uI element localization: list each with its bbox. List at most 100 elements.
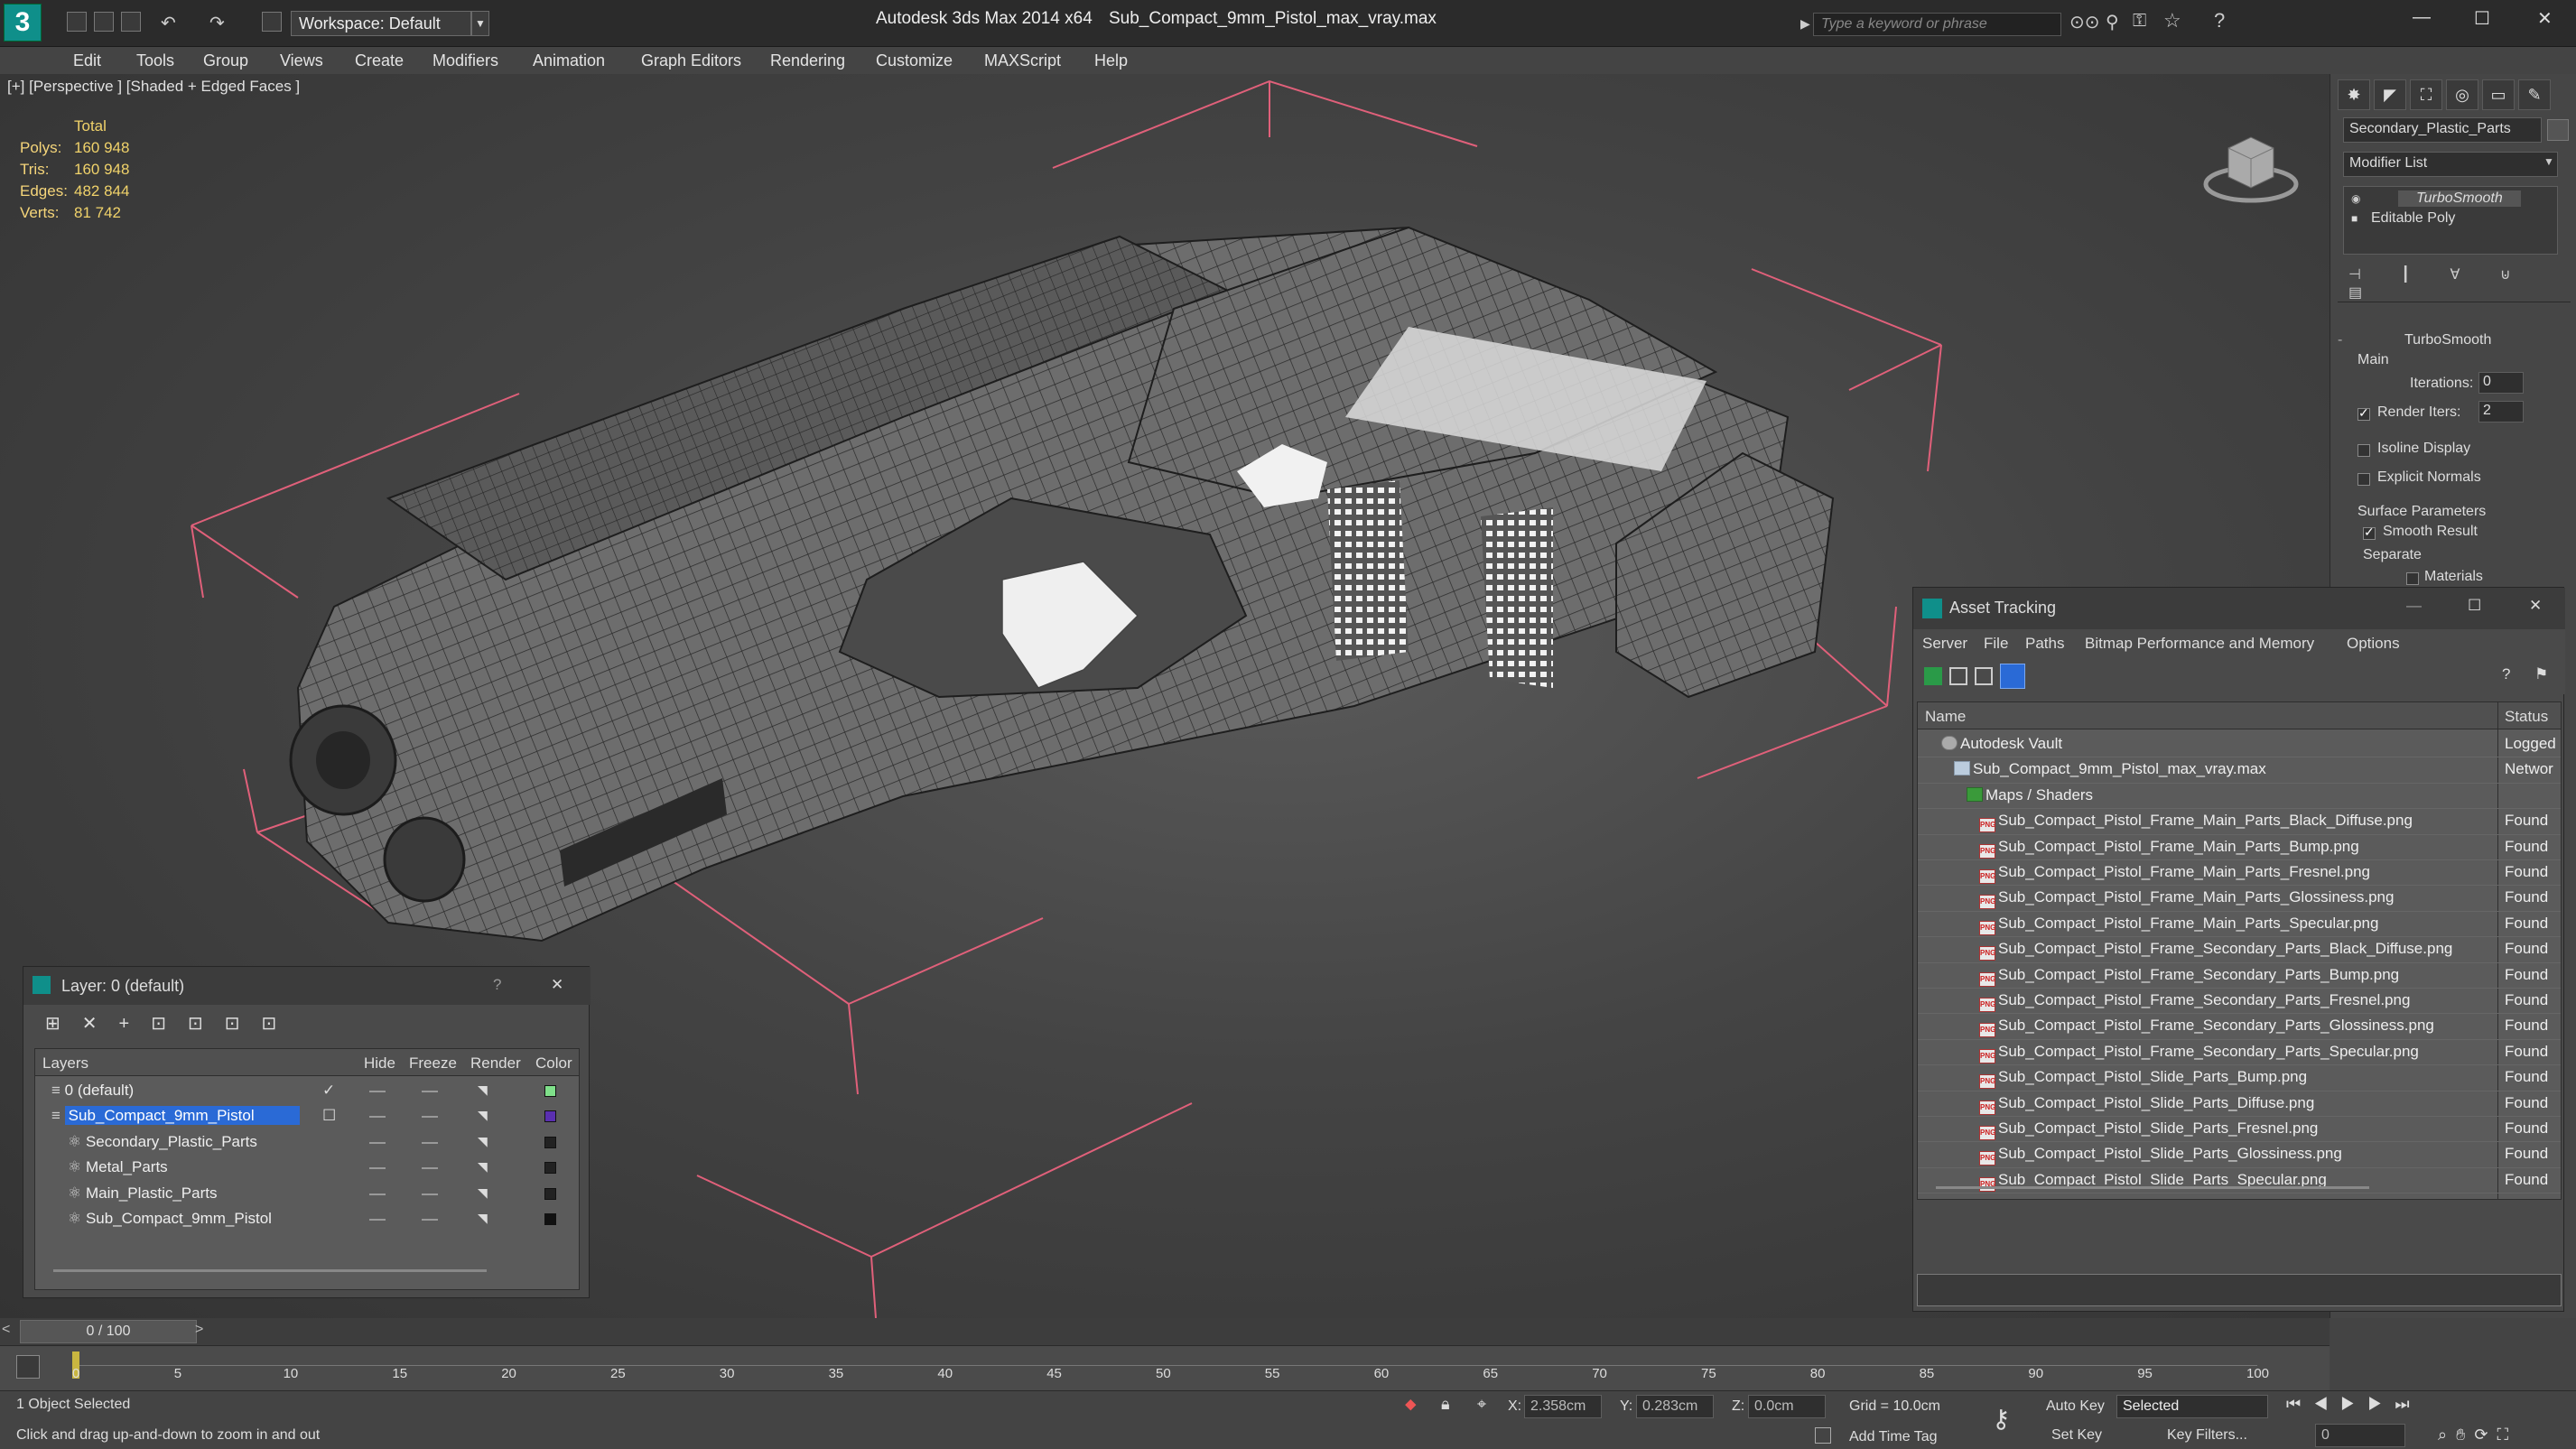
- close-icon[interactable]: ✕: [2537, 7, 2553, 30]
- col-render[interactable]: Render: [470, 1054, 521, 1073]
- favorites-star-icon[interactable]: ☆: [2163, 9, 2181, 33]
- freeze-toggle[interactable]: [422, 1219, 438, 1221]
- current-layer-checkbox[interactable]: ☐: [322, 1107, 336, 1125]
- pan-icon[interactable]: ✋︎: [2456, 1426, 2474, 1444]
- render-iters-checkbox[interactable]: [2357, 405, 2370, 421]
- search-arrow-icon[interactable]: ▶: [1800, 16, 1810, 32]
- help-icon[interactable]: ?: [2214, 9, 2225, 33]
- menu-help[interactable]: Help: [1094, 51, 1128, 70]
- table-row[interactable]: PNG Sub_Compact_Pistol_Slide_Parts_Diffus…: [1918, 1091, 2561, 1116]
- y-coord-field[interactable]: 0.283cm: [1636, 1395, 1714, 1418]
- rollout-collapse-icon[interactable]: -: [2338, 332, 2342, 348]
- freeze-toggle[interactable]: [422, 1091, 438, 1092]
- menu-create[interactable]: Create: [355, 51, 404, 70]
- materials-checkbox[interactable]: [2406, 572, 2419, 585]
- open-file-icon[interactable]: [94, 12, 114, 32]
- chevron-down-icon[interactable]: ▼: [471, 11, 489, 36]
- isolate-selection-icon[interactable]: ⬥: [1405, 1395, 1417, 1414]
- next-frame-icon[interactable]: >: [195, 1322, 203, 1338]
- set-key-button[interactable]: Set Key: [2051, 1427, 2102, 1444]
- asset-path-field[interactable]: [1917, 1274, 2562, 1306]
- table-row[interactable]: PNG Sub_Compact_Pistol_Frame_Main_Parts_B…: [1918, 834, 2561, 859]
- undo-icon[interactable]: ↶: [161, 12, 181, 33]
- time-slider[interactable]: < 0 / 100 >: [0, 1318, 2330, 1345]
- menu-tools[interactable]: Tools: [136, 51, 174, 70]
- hide-toggle[interactable]: [369, 1141, 386, 1144]
- freeze-toggle[interactable]: [422, 1193, 438, 1195]
- current-frame-field[interactable]: 0: [2315, 1424, 2405, 1447]
- table-row[interactable]: PNG Sub_Compact_Pistol_Slide_Parts_Bump.p…: [1918, 1064, 2561, 1090]
- menu-bitmap-performance[interactable]: Bitmap Performance and Memory: [2085, 635, 2314, 653]
- modifier-stack[interactable]: ◉ TurboSmooth ■ Editable Poly: [2343, 186, 2558, 255]
- auto-key-button[interactable]: Auto Key: [2046, 1398, 2105, 1415]
- object-color-swatch[interactable]: [2547, 119, 2569, 141]
- asset-tracking-titlebar[interactable]: Asset Tracking — ☐ ✕: [1913, 588, 2565, 629]
- menu-rendering[interactable]: Rendering: [770, 51, 845, 70]
- hide-toggle[interactable]: [369, 1219, 386, 1221]
- current-layer-checkbox[interactable]: ✓: [322, 1082, 335, 1100]
- table-row[interactable]: PNG Sub_Compact_Pistol_Frame_Main_Parts_G…: [1918, 885, 2561, 910]
- layer-table[interactable]: Layers Hide Freeze Render Color ≡ 0 (def…: [34, 1048, 580, 1290]
- stack-tools-icons[interactable]: ⊣ ┃ ∀ ⊍ ▤: [2348, 265, 2556, 301]
- create-tab-icon[interactable]: ✸: [2338, 79, 2370, 110]
- table-row[interactable]: Maps / Shaders: [1918, 783, 2561, 808]
- key-mode-dropdown[interactable]: Selected: [2116, 1395, 2268, 1418]
- pin-icon[interactable]: ⚑: [2534, 665, 2548, 683]
- col-freeze[interactable]: Freeze: [409, 1054, 457, 1073]
- viewport-nav-controls[interactable]: ⌕✋︎⟳⛶: [2438, 1426, 2573, 1447]
- menu-group[interactable]: Group: [203, 51, 248, 70]
- render-teapot-icon[interactable]: ◥: [478, 1082, 488, 1098]
- iterations-spinner[interactable]: 0: [2478, 372, 2524, 394]
- prev-key-icon[interactable]: ◀: [2313, 1395, 2340, 1413]
- track-bar[interactable]: 0 5 10 15 20 25 30 35 40 45 50 55 60 65 70 75 80 85 90 95 10…: [0, 1345, 2330, 1390]
- rollout-title-turbosmooth[interactable]: TurboSmooth: [2404, 332, 2491, 348]
- modifier-list-dropdown[interactable]: Modifier List: [2343, 152, 2558, 177]
- menu-edit[interactable]: Edit: [73, 51, 101, 70]
- lightbulb-icon[interactable]: ◉: [2351, 192, 2360, 205]
- layer-manager-titlebar[interactable]: Layer: 0 (default) ? ✕: [23, 967, 591, 1005]
- maximize-icon[interactable]: ☐: [2468, 597, 2481, 615]
- menu-customize[interactable]: Customize: [876, 51, 953, 70]
- horizontal-scrollbar[interactable]: [1936, 1186, 2369, 1189]
- redo-icon[interactable]: ↷: [209, 12, 229, 33]
- go-to-end-icon[interactable]: ⏭: [2395, 1395, 2422, 1413]
- render-teapot-icon[interactable]: ◥: [478, 1211, 488, 1226]
- project-folder-icon[interactable]: [262, 12, 282, 32]
- x-coord-field[interactable]: 2.358cm: [1524, 1395, 1602, 1418]
- table-view-icon[interactable]: [2000, 664, 2025, 689]
- freeze-toggle[interactable]: [422, 1141, 438, 1144]
- hide-toggle[interactable]: [369, 1193, 386, 1195]
- explicit-normals-checkbox[interactable]: [2357, 473, 2370, 486]
- horizontal-scrollbar[interactable]: [53, 1269, 487, 1272]
- utilities-tab-icon[interactable]: ✎: [2518, 79, 2551, 110]
- zoom-icon[interactable]: ⌕: [2438, 1426, 2456, 1444]
- layer-color-swatch[interactable]: [544, 1213, 556, 1225]
- layer-color-swatch[interactable]: [544, 1187, 556, 1200]
- next-key-icon[interactable]: ▶: [2367, 1395, 2395, 1413]
- list-view-icon[interactable]: [1949, 667, 1967, 685]
- smooth-result-checkbox[interactable]: [2363, 525, 2376, 540]
- render-iters-spinner[interactable]: 2: [2478, 401, 2524, 423]
- col-color[interactable]: Color: [535, 1054, 572, 1073]
- col-name[interactable]: Name: [1925, 708, 1966, 726]
- layer-row[interactable]: ⚛ Metal_Parts ◥: [35, 1155, 579, 1180]
- key-filters-button[interactable]: Key Filters...: [2167, 1427, 2247, 1444]
- help-icon[interactable]: ?: [493, 976, 501, 994]
- expand-icon[interactable]: ■: [2351, 212, 2357, 225]
- table-row[interactable]: PNG Sub_Compact_Pistol_Frame_Secondary_Pa…: [1918, 1013, 2561, 1038]
- add-to-layer-icon[interactable]: +: [119, 1014, 152, 1034]
- time-tag-icon[interactable]: [1815, 1427, 1831, 1444]
- menu-animation[interactable]: Animation: [533, 51, 605, 70]
- hierarchy-tab-icon[interactable]: ⛶: [2410, 79, 2442, 110]
- go-to-start-icon[interactable]: ⏮: [2286, 1395, 2313, 1413]
- menu-paths[interactable]: Paths: [2025, 635, 2064, 653]
- app-logo-icon[interactable]: 3: [4, 4, 42, 42]
- search-input[interactable]: Type a keyword or phrase: [1813, 13, 2061, 36]
- layer-row[interactable]: ⚛ Secondary_Plastic_Parts ◥: [35, 1129, 579, 1155]
- layer-row[interactable]: ≡ 0 (default) ✓ ◥: [35, 1078, 579, 1103]
- table-row[interactable]: Sub_Compact_9mm_Pistol_max_vray.max Netwo…: [1918, 757, 2561, 782]
- table-row[interactable]: PNG Sub_Compact_Pistol_Slide_Parts_Glossi…: [1918, 1141, 2561, 1166]
- menu-file[interactable]: File: [1984, 635, 2008, 653]
- render-teapot-icon[interactable]: ◥: [478, 1159, 488, 1175]
- object-name-field[interactable]: Secondary_Plastic_Parts: [2343, 117, 2542, 143]
